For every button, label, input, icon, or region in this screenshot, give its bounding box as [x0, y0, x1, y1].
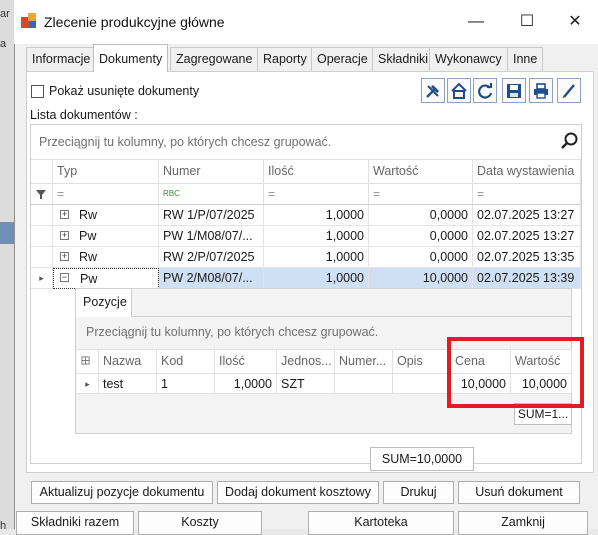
detail-header-nazwa[interactable]: Nazwa [99, 349, 157, 373]
detail-header-kod[interactable]: Kod [157, 349, 215, 373]
home-icon[interactable] [447, 78, 471, 103]
tab-wykonawcy[interactable]: Wykonawcy [429, 47, 508, 71]
documents-list-label: Lista dokumentów : [30, 108, 138, 122]
grid-sum-footer: SUM=10,0000 [370, 447, 474, 471]
costs-button[interactable]: Koszty [138, 511, 262, 535]
row-ilosc[interactable]: 1,0000 [264, 226, 369, 247]
row-indicator [31, 226, 53, 247]
row-indicator-header [31, 159, 53, 183]
tab-skladniki[interactable]: Składniki [372, 47, 435, 71]
print-button[interactable]: Drukuj [383, 481, 454, 504]
update-positions-button[interactable]: Aktualizuj pozycje dokumentu [31, 481, 213, 504]
detail-header-opis[interactable]: Opis [393, 349, 451, 373]
row-data[interactable]: 02.07.2025 13:35 [473, 247, 581, 268]
detail-row-opis[interactable] [393, 373, 451, 394]
detail-column-chooser-icon[interactable] [77, 349, 99, 373]
window-title: Zlecenie produkcyjne główne [44, 14, 225, 30]
row-indicator [31, 205, 53, 226]
current-row-indicator: ▸ [31, 268, 53, 289]
detail-row-jednostka[interactable]: SZT [277, 373, 335, 394]
row-ilosc[interactable]: 1,0000 [264, 247, 369, 268]
column-header-ilosc[interactable]: Ilość [264, 159, 369, 183]
row-indicator [31, 247, 53, 268]
column-header-data[interactable]: Data wystawienia [473, 159, 581, 183]
tools-icon[interactable] [421, 78, 445, 103]
expand-row-button[interactable]: + [60, 210, 69, 219]
highlight-annotation [447, 337, 584, 408]
refresh-icon[interactable] [473, 78, 497, 103]
filter-ilosc[interactable]: = [264, 183, 369, 205]
save-icon[interactable] [502, 78, 526, 103]
row-wartosc[interactable]: 0,0000 [369, 205, 473, 226]
detail-row-ilosc[interactable]: 1,0000 [215, 373, 277, 394]
detail-header-numer[interactable]: Numer... [335, 349, 393, 373]
filter-numer[interactable]: RBC [159, 183, 264, 205]
filter-icon[interactable] [31, 183, 53, 205]
filter-wartosc[interactable]: = [369, 183, 473, 205]
group-by-hint: Przeciągnij tu kolumny, po których chces… [39, 135, 332, 149]
show-deleted-checkbox[interactable] [31, 85, 44, 98]
search-icon[interactable] [560, 131, 580, 151]
detail-row-indicator: ▸ [77, 373, 99, 394]
row-ilosc[interactable]: 1,0000 [264, 268, 369, 289]
tab-pozycje[interactable]: Pozycje [76, 289, 132, 317]
detail-row-nazwa[interactable]: test [99, 373, 157, 394]
detail-row-kod[interactable]: 1 [157, 373, 215, 394]
detail-row-numer[interactable] [335, 373, 393, 394]
minimize-button[interactable]: — [453, 6, 499, 38]
tab-raporty[interactable]: Raporty [257, 47, 313, 71]
row-data[interactable]: 02.07.2025 13:27 [473, 205, 581, 226]
row-wartosc[interactable]: 0,0000 [369, 226, 473, 247]
row-ilosc[interactable]: 1,0000 [264, 205, 369, 226]
tab-dokumenty[interactable]: Dokumenty [93, 44, 169, 72]
delete-document-button[interactable]: Usuń dokument [458, 481, 580, 504]
maximize-button[interactable]: ☐ [504, 6, 550, 38]
column-header-numer[interactable]: Numer [159, 159, 264, 183]
expand-row-button[interactable]: + [60, 231, 69, 240]
app-logo-icon [21, 13, 37, 29]
detail-header-ilosc[interactable]: Ilość [215, 349, 277, 373]
row-wartosc[interactable]: 10,0000 [369, 268, 473, 289]
tab-informacje[interactable]: Informacje [26, 47, 97, 71]
row-data[interactable]: 02.07.2025 13:39 [473, 268, 581, 289]
print-icon[interactable] [529, 78, 553, 103]
column-header-wartosc[interactable]: Wartość [369, 159, 473, 183]
show-deleted-label: Pokaż usunięte dokumenty [49, 84, 200, 98]
collapse-row-button[interactable]: − [60, 273, 69, 282]
row-numer[interactable]: RW 1/P/07/2025 [159, 205, 264, 226]
tab-zagregowane[interactable]: Zagregowane [170, 47, 259, 71]
components-total-button[interactable]: Składniki razem [16, 511, 134, 535]
detail-group-by-hint: Przeciągnij tu kolumny, po których chces… [86, 325, 379, 339]
column-header-typ[interactable]: Typ [53, 159, 159, 183]
tab-operacje[interactable]: Operacje [311, 47, 374, 71]
edit-icon[interactable] [557, 78, 581, 103]
close-button[interactable]: ✕ [552, 6, 598, 38]
row-numer[interactable]: PW 1/M08/07/... [159, 226, 264, 247]
row-numer[interactable]: RW 2/P/07/2025 [159, 247, 264, 268]
row-numer[interactable]: PW 2/M08/07/... [159, 268, 264, 289]
filter-typ[interactable]: = [53, 183, 159, 205]
add-cost-document-button[interactable]: Dodaj dokument kosztowy [217, 481, 379, 504]
row-data[interactable]: 02.07.2025 13:27 [473, 226, 581, 247]
expand-row-button[interactable]: + [60, 252, 69, 261]
tab-inne[interactable]: Inne [507, 47, 544, 71]
close-window-button[interactable]: Zamknij [458, 511, 588, 535]
filter-data[interactable]: = [473, 183, 581, 205]
row-wartosc[interactable]: 0,0000 [369, 247, 473, 268]
detail-header-jednostka[interactable]: Jednos... [277, 349, 335, 373]
catalog-button[interactable]: Kartoteka [308, 511, 454, 535]
